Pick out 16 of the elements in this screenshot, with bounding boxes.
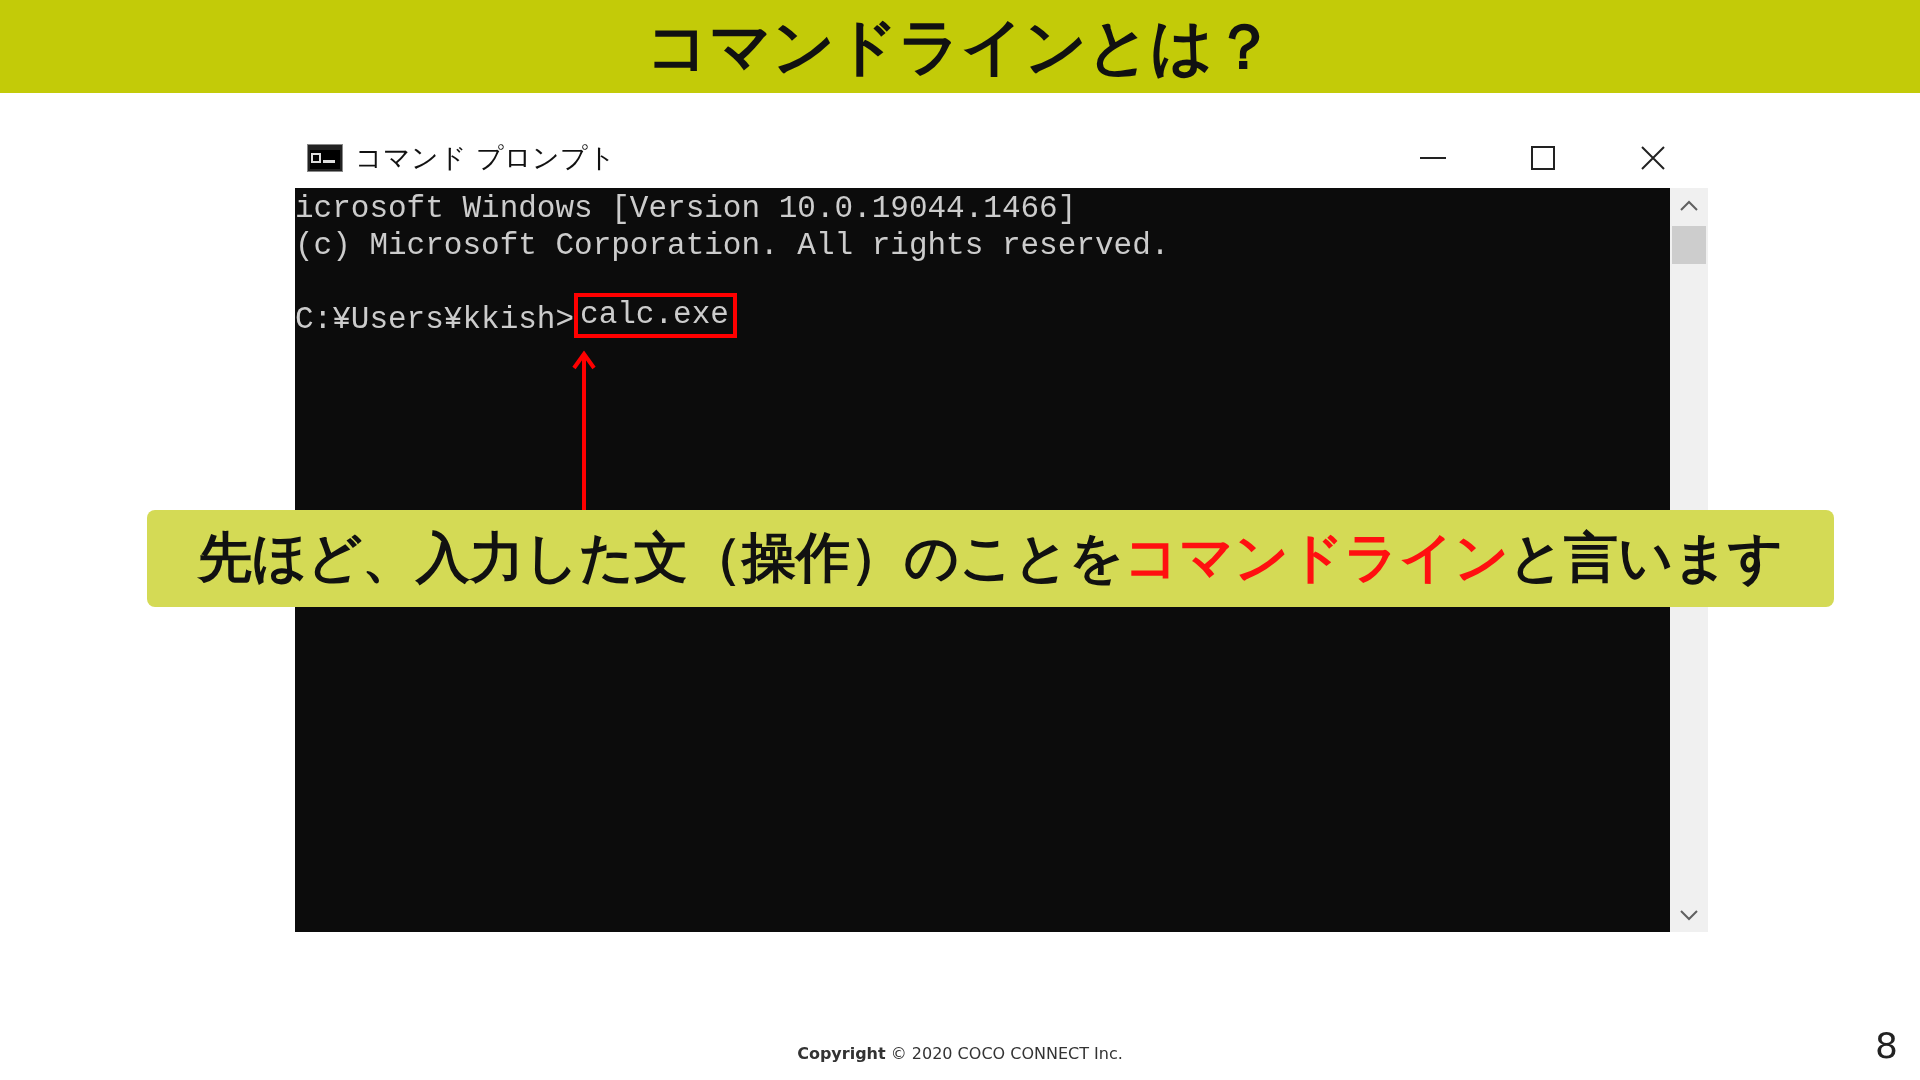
- callout-text: 先ほど、入力した文（操作）のことを コマンドライン と言います: [198, 525, 1783, 591]
- maximize-icon: [1531, 146, 1555, 170]
- typed-command: calc.exe: [574, 293, 737, 338]
- up-chevron-icon: [1680, 199, 1698, 211]
- down-chevron-icon: [1680, 909, 1698, 921]
- console-line: (c) Microsoft Corporation. All rights reserved.: [295, 227, 1171, 264]
- slide-title: コマンドラインとは？: [645, 8, 1275, 85]
- minimize-icon: [1420, 156, 1446, 160]
- window-title: コマンド プロンプト: [355, 141, 616, 175]
- scrollbar-thumb[interactable]: [1672, 226, 1706, 264]
- close-icon: [1641, 146, 1665, 170]
- command-prompt: C:¥Users¥kkish>: [295, 302, 575, 337]
- console-app-icon: [307, 144, 343, 172]
- console-line: icrosoft Windows [Version 10.0.19044.1466]: [295, 190, 1078, 227]
- copyright-text: Copyright © 2020 COCO CONNECT Inc.: [797, 1044, 1123, 1063]
- page-number: 8: [1875, 1025, 1898, 1066]
